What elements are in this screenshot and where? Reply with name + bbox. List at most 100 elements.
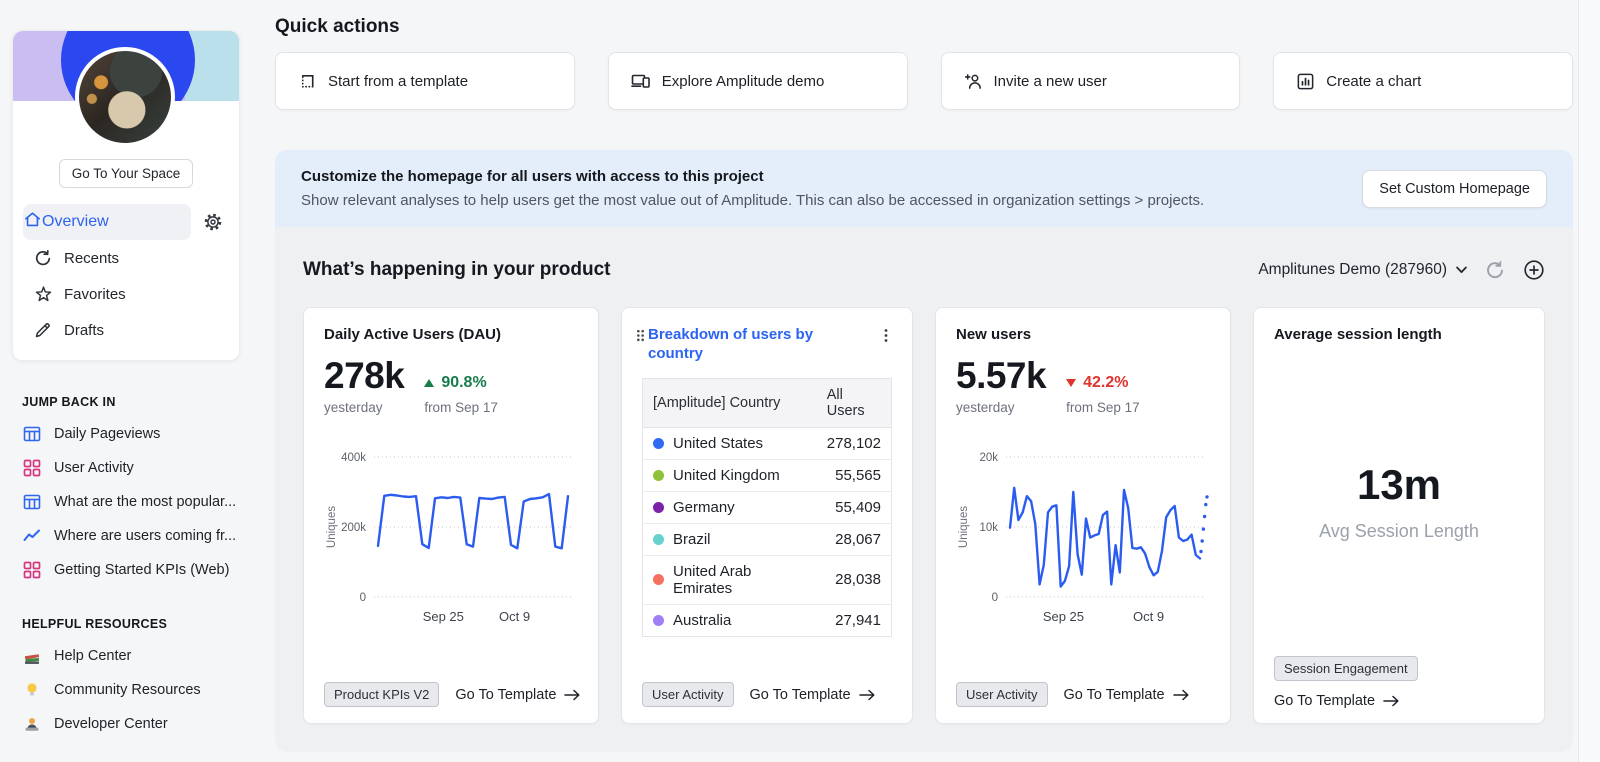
table-row[interactable]: Brazil 28,067: [642, 523, 892, 556]
link-label: Community Resources: [54, 682, 201, 698]
add-card-icon[interactable]: [1523, 259, 1545, 281]
tag-chip[interactable]: User Activity: [956, 682, 1048, 707]
table-row[interactable]: Australia 27,941: [643, 604, 892, 636]
sidebar-item-label: Overview: [42, 213, 109, 230]
stat-row: 278k yesterday 90.8% from Sep 17: [324, 357, 578, 415]
country-name: United Arab Emirates: [673, 562, 752, 597]
sidebar: Go To Your Space Overview Recents Favori…: [12, 30, 240, 741]
country-value: 55,409: [816, 491, 892, 524]
recent-item-label: Where are users coming fr...: [54, 528, 237, 544]
stat-delta: 42.2%: [1066, 374, 1140, 394]
project-selector[interactable]: Amplitunes Demo (287960): [1258, 261, 1467, 279]
go-to-template-link[interactable]: Go To Template: [1274, 693, 1418, 709]
link-community-resources[interactable]: Community Resources: [12, 673, 240, 707]
sidebar-item-favorites[interactable]: Favorites: [23, 276, 229, 312]
customize-banner-title: Customize the homepage for all users wit…: [301, 168, 764, 185]
star-icon: [33, 285, 53, 304]
create-chart-button[interactable]: Create a chart: [1273, 52, 1573, 110]
table-row[interactable]: Germany 55,409: [642, 491, 892, 524]
section-controls: Amplitunes Demo (287960): [1258, 259, 1545, 281]
table-chart-icon: [22, 425, 42, 443]
country-name: United States: [673, 434, 764, 452]
explore-demo-button[interactable]: Explore Amplitude demo: [607, 52, 908, 110]
profile-card: Go To Your Space Overview Recents Favori…: [12, 30, 240, 361]
link-label: Go To Template: [749, 686, 851, 703]
link-label: Go To Template: [1063, 686, 1165, 703]
card-footer: Session Engagement Go To Template: [1274, 656, 1418, 709]
stat-value-block: 5.57k yesterday: [956, 357, 1047, 415]
table-row[interactable]: United Arab Emirates 28,038: [642, 555, 892, 605]
go-to-template-link[interactable]: Go To Template: [750, 687, 876, 703]
recent-item-label: What are the most popular...: [54, 494, 237, 510]
tag-chip[interactable]: Session Engagement: [1274, 656, 1418, 681]
button-label: Create a chart: [1326, 72, 1422, 90]
sidebar-item-drafts[interactable]: Drafts: [23, 312, 229, 348]
jump-back-in-heading: JUMP BACK IN: [22, 395, 116, 409]
table-row[interactable]: United Kingdom 55,565: [642, 459, 892, 492]
pencil-icon: [33, 321, 53, 339]
link-help-center[interactable]: Help Center: [12, 639, 240, 673]
quick-actions-title: Quick actions: [275, 16, 400, 37]
stat-compare: from Sep 17: [424, 400, 498, 415]
table-row[interactable]: United States 278,102: [642, 427, 892, 460]
scrollbar[interactable]: [1578, 0, 1600, 762]
card-title-link[interactable]: Breakdown of users by country: [648, 326, 853, 364]
tag-chip[interactable]: User Activity: [642, 682, 734, 707]
svg-text:Uniques: Uniques: [326, 506, 338, 548]
stat-label: Avg Session Length: [1319, 521, 1479, 541]
button-label: Start from a template: [328, 72, 469, 90]
main-content: Quick actions Start from a template Expl…: [275, 0, 1573, 752]
country-name: Brazil: [673, 530, 711, 548]
go-to-your-space-button[interactable]: Go To Your Space: [58, 159, 194, 188]
link-developer-center[interactable]: Developer Center: [12, 707, 240, 741]
sidebar-item-overview[interactable]: Overview: [23, 204, 191, 240]
button-label: Invite a new user: [993, 72, 1107, 90]
refresh-icon[interactable]: [1485, 260, 1505, 280]
svg-text:0: 0: [360, 592, 366, 604]
customize-banner: Customize the homepage for all users wit…: [275, 150, 1573, 227]
bar-chart-icon: [1296, 72, 1315, 91]
stat-period: yesterday: [956, 400, 1015, 415]
recent-item-most-popular[interactable]: What are the most popular...: [12, 485, 240, 519]
stat-compare: from Sep 17: [1066, 400, 1140, 415]
customize-banner-subtitle: Show relevant analyses to help users get…: [301, 192, 1205, 209]
dashboard-icon: [22, 561, 42, 579]
country-value: 55,565: [816, 459, 892, 492]
recent-item-user-activity[interactable]: User Activity: [12, 451, 240, 485]
country-value: 27,941: [835, 611, 881, 629]
card-daily-active-users: Daily Active Users (DAU) 278k yesterday …: [303, 307, 599, 724]
technologist-icon: [22, 715, 42, 733]
set-custom-homepage-button[interactable]: Set Custom Homepage: [1362, 169, 1547, 208]
invite-user-button[interactable]: Invite a new user: [940, 52, 1241, 110]
chevron-down-icon: [1456, 261, 1467, 279]
helpful-resources-heading: HELPFUL RESOURCES: [22, 617, 168, 631]
tag-chip[interactable]: Product KPIs V2: [324, 682, 440, 707]
arrow-down-icon: [1066, 379, 1077, 387]
go-to-template-link[interactable]: Go To Template: [455, 687, 581, 703]
svg-text:Sep 25: Sep 25: [1043, 609, 1084, 624]
gear-icon[interactable]: [203, 212, 223, 232]
arrow-up-icon: [424, 379, 435, 387]
sidebar-item-recents[interactable]: Recents: [23, 240, 229, 276]
table-chart-icon: [22, 493, 42, 511]
start-from-template-button[interactable]: Start from a template: [275, 52, 575, 110]
session-stat: 13m Avg Session Length: [1274, 461, 1524, 542]
stat-row: 5.57k yesterday 42.2% from Sep 17: [956, 357, 1210, 415]
series-dot: [653, 501, 664, 513]
recent-item-where-users-coming-from[interactable]: Where are users coming fr...: [12, 519, 240, 553]
stat-period: yesterday: [324, 400, 383, 415]
delta-value: 90.8%: [441, 374, 487, 391]
recent-item-getting-started-kpis[interactable]: Getting Started KPIs (Web): [12, 553, 240, 587]
sidebar-item-label: Recents: [64, 249, 120, 267]
kebab-menu-icon[interactable]: [880, 326, 892, 345]
home-icon: [23, 210, 42, 234]
avatar[interactable]: [75, 47, 175, 147]
sidebar-nav: Overview Recents Favorites Drafts: [13, 204, 239, 348]
arrow-right-icon: [1383, 695, 1400, 707]
drag-handle-icon[interactable]: [636, 329, 645, 342]
line-chart-icon: [22, 527, 42, 545]
recent-item-daily-pageviews[interactable]: Daily Pageviews: [12, 417, 240, 451]
series-dot: [653, 614, 664, 626]
card-footer: Product KPIs V2 Go To Template: [324, 682, 581, 707]
go-to-template-link[interactable]: Go To Template: [1064, 687, 1190, 703]
